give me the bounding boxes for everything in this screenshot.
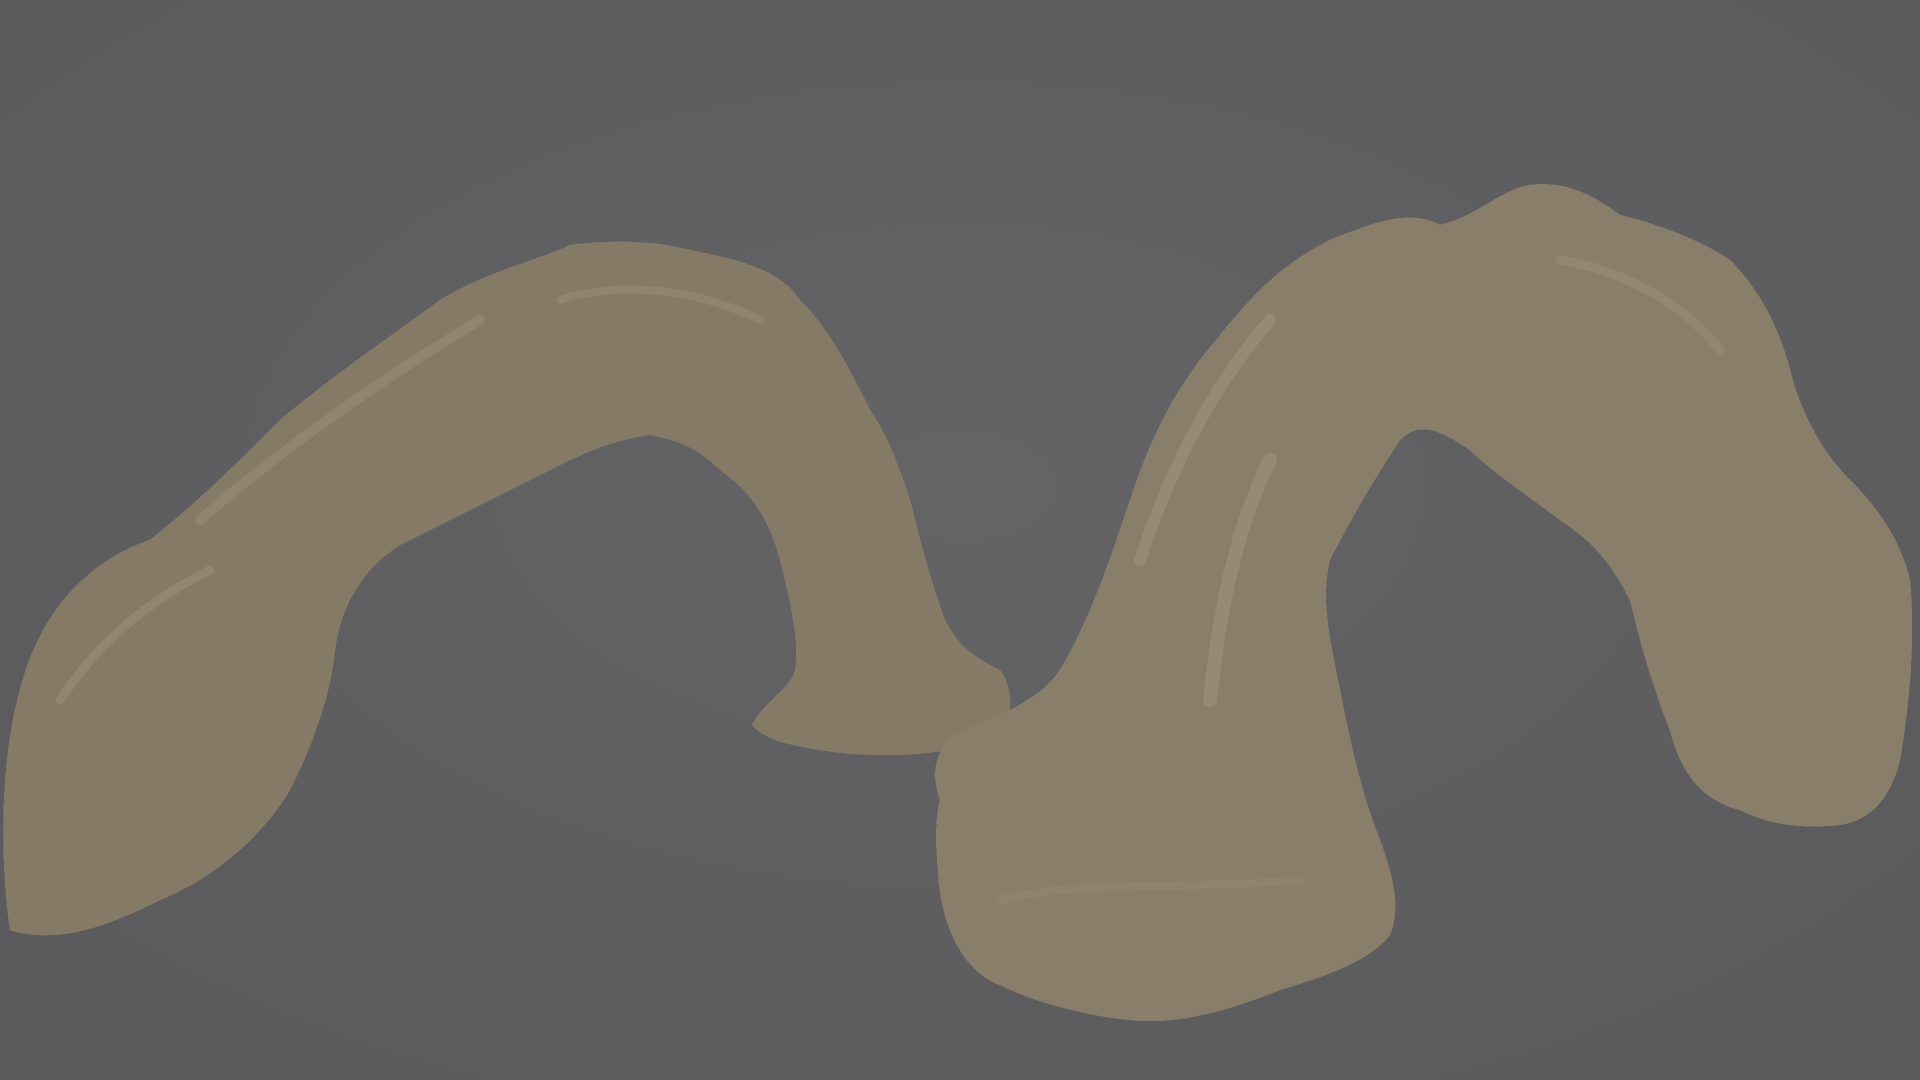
render-viewport [0, 0, 1920, 1080]
rock-arches-render [0, 0, 1920, 1080]
